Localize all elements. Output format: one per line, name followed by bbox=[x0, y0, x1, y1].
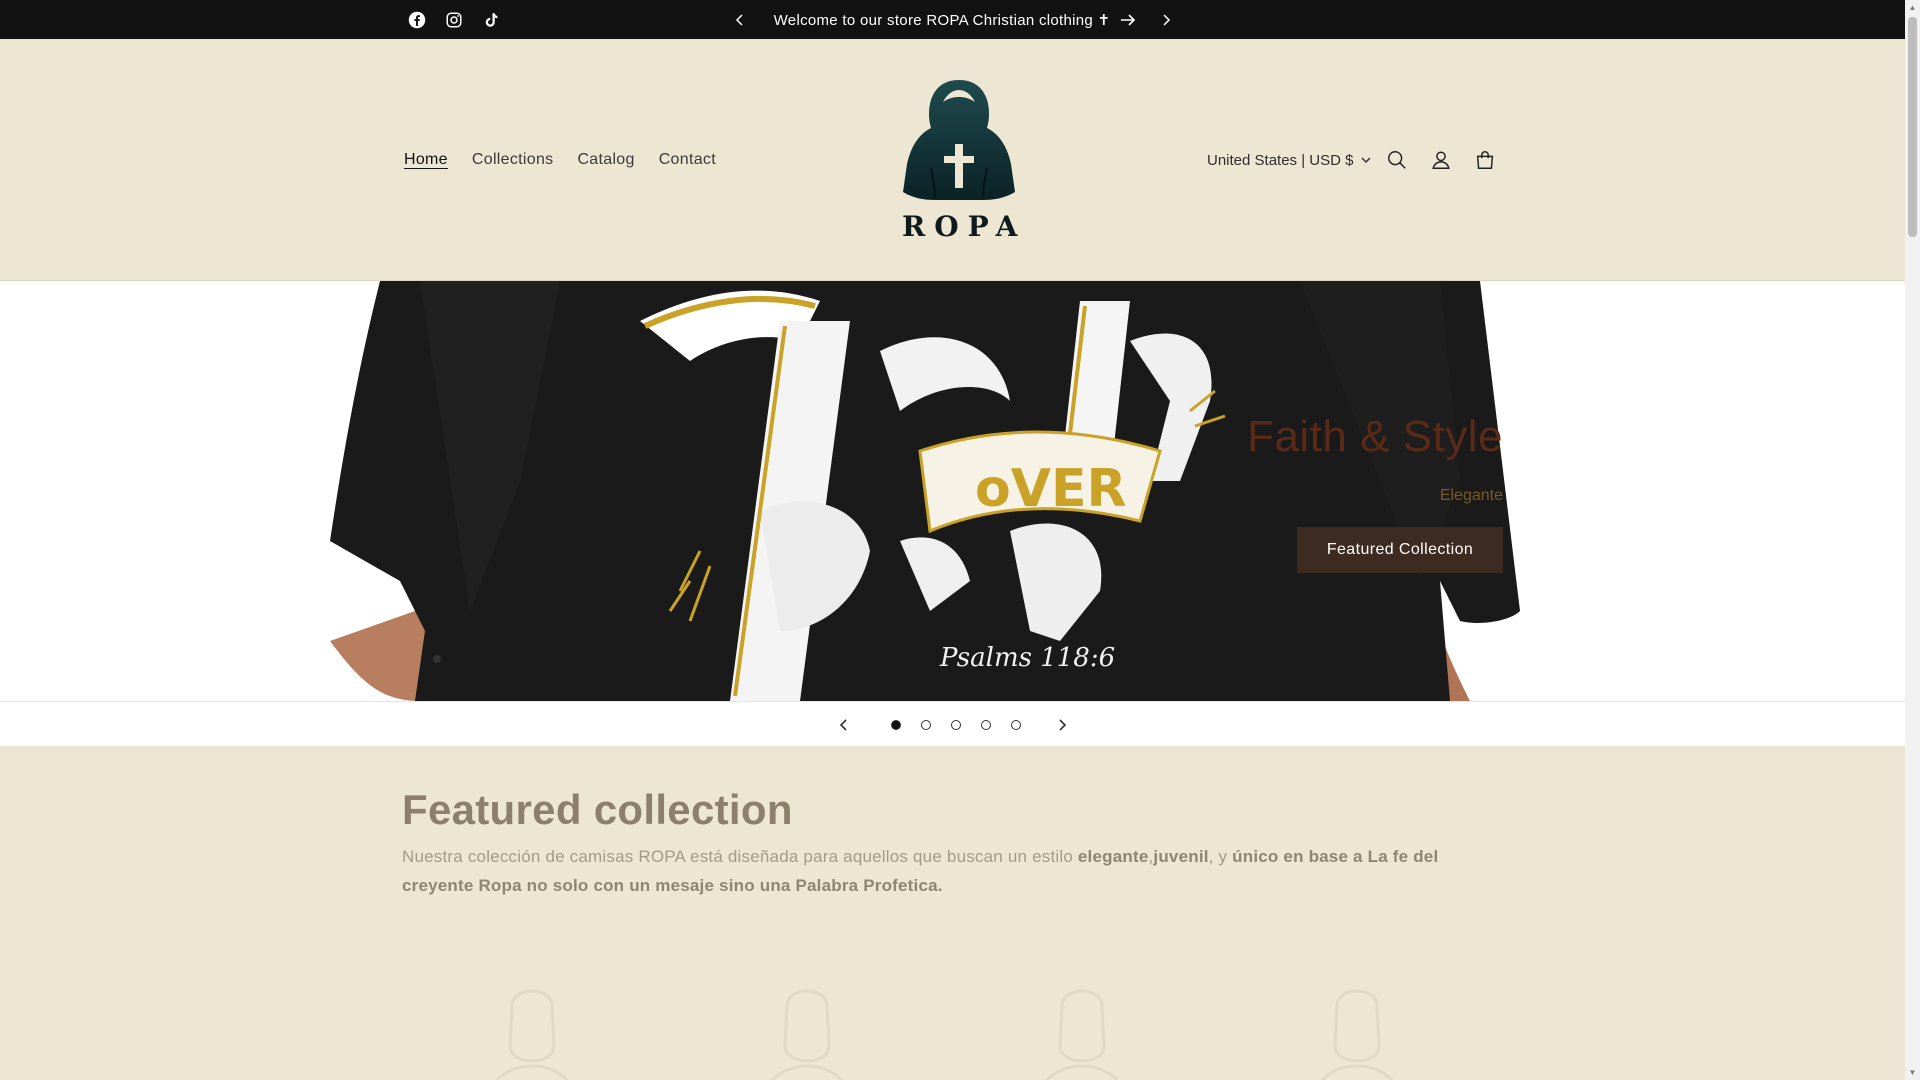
nav-item-catalog[interactable]: Catalog bbox=[565, 149, 646, 171]
country-label: United States | USD $ bbox=[1207, 151, 1354, 169]
store-logo[interactable]: ROPA bbox=[893, 72, 1025, 244]
desc-bold-1: elegante bbox=[1077, 847, 1149, 866]
product-card-image[interactable] bbox=[472, 976, 592, 1080]
account-icon bbox=[1432, 151, 1450, 169]
tiktok-link[interactable] bbox=[472, 0, 509, 39]
chevron-left-icon bbox=[735, 13, 743, 26]
svg-text:Psalms 118:6: Psalms 118:6 bbox=[939, 643, 1115, 673]
announcement-bar: Welcome to our store ROPA Christian clot… bbox=[0, 0, 1905, 39]
arrow-right-icon bbox=[1121, 13, 1136, 26]
site-header: Home Collections Catalog Contact ROPA Un… bbox=[0, 39, 1905, 281]
page: Welcome to our store ROPA Christian clot… bbox=[0, 0, 1905, 1080]
product-card-image[interactable] bbox=[1022, 976, 1142, 1080]
chevron-right-icon bbox=[1059, 718, 1067, 731]
featured-collection-section: Featured collection Nuestra colección de… bbox=[0, 746, 1905, 1080]
slide-dot-2[interactable] bbox=[911, 702, 941, 747]
social-links bbox=[398, 0, 509, 39]
country-selector[interactable]: United States | USD $ bbox=[1197, 140, 1381, 180]
scroll-down-arrow-icon[interactable]: ▼ bbox=[1905, 1065, 1920, 1080]
hero-content: Faith & Style Elegante Featured Collecti… bbox=[1103, 411, 1503, 573]
instagram-icon bbox=[446, 12, 461, 27]
nav-item-contact[interactable]: Contact bbox=[647, 149, 728, 171]
facebook-icon bbox=[408, 11, 425, 28]
slide-dot-5[interactable] bbox=[1001, 702, 1031, 747]
facebook-link[interactable] bbox=[398, 0, 435, 39]
account-button[interactable] bbox=[1419, 140, 1463, 180]
main-nav: Home Collections Catalog Contact bbox=[392, 39, 728, 281]
instagram-link[interactable] bbox=[435, 0, 472, 39]
chevron-right-icon bbox=[1163, 13, 1171, 26]
search-button[interactable] bbox=[1375, 140, 1419, 180]
hoodie-cross-logo-icon bbox=[903, 80, 1015, 200]
cart-button[interactable] bbox=[1463, 140, 1507, 180]
nav-item-collections[interactable]: Collections bbox=[460, 149, 566, 171]
desc-text-3: , y bbox=[1208, 847, 1233, 866]
chevron-down-icon bbox=[1361, 156, 1371, 163]
search-icon bbox=[1388, 151, 1406, 169]
faith-over-fear-tshirt-image: oVER Psalms 118:6 bbox=[330, 281, 1520, 701]
logo-text: ROPA bbox=[902, 210, 1027, 243]
hero-title: Faith & Style bbox=[1247, 412, 1503, 461]
hero-slideshow: oVER Psalms 118:6 Faith & Style Elegante… bbox=[0, 281, 1905, 701]
announcement-next-button[interactable] bbox=[1151, 0, 1181, 39]
featured-collection-button[interactable]: Featured Collection bbox=[1297, 527, 1503, 573]
product-card-image[interactable] bbox=[747, 976, 867, 1080]
cart-icon bbox=[1476, 151, 1494, 169]
desc-bold-2: juvenil bbox=[1153, 847, 1209, 866]
chevron-left-icon bbox=[839, 718, 847, 731]
slide-dot-3[interactable] bbox=[941, 702, 971, 747]
slideshow-controls bbox=[0, 701, 1905, 746]
slide-dots bbox=[881, 702, 1031, 747]
slide-next-button[interactable] bbox=[1042, 702, 1082, 747]
scroll-up-arrow-icon[interactable]: ▲ bbox=[1905, 0, 1920, 15]
desc-text-1: Nuestra colección de camisas ROPA está d… bbox=[402, 847, 1078, 866]
slide-prev-button[interactable] bbox=[824, 702, 864, 747]
featured-collection-description: Nuestra colección de camisas ROPA está d… bbox=[402, 842, 1502, 900]
product-card-image[interactable] bbox=[1297, 976, 1417, 1080]
slide-dot-4[interactable] bbox=[971, 702, 1001, 747]
scrollbar-thumb[interactable] bbox=[1908, 17, 1917, 237]
featured-collection-title: Featured collection bbox=[402, 786, 793, 833]
announcement-prev-button[interactable] bbox=[725, 0, 755, 39]
announcement-text: Welcome to our store ROPA Christian clot… bbox=[773, 11, 1111, 29]
tiktok-icon bbox=[485, 12, 497, 27]
hero-subtitle: Elegante bbox=[1439, 487, 1503, 504]
nav-item-home[interactable]: Home bbox=[392, 149, 460, 171]
announcement-message[interactable]: Welcome to our store ROPA Christian clot… bbox=[760, 0, 1150, 39]
page-scrollbar[interactable]: ▲ ▼ bbox=[1905, 0, 1920, 1080]
slide-dot-1[interactable] bbox=[881, 702, 911, 747]
product-grid bbox=[402, 976, 1502, 1080]
